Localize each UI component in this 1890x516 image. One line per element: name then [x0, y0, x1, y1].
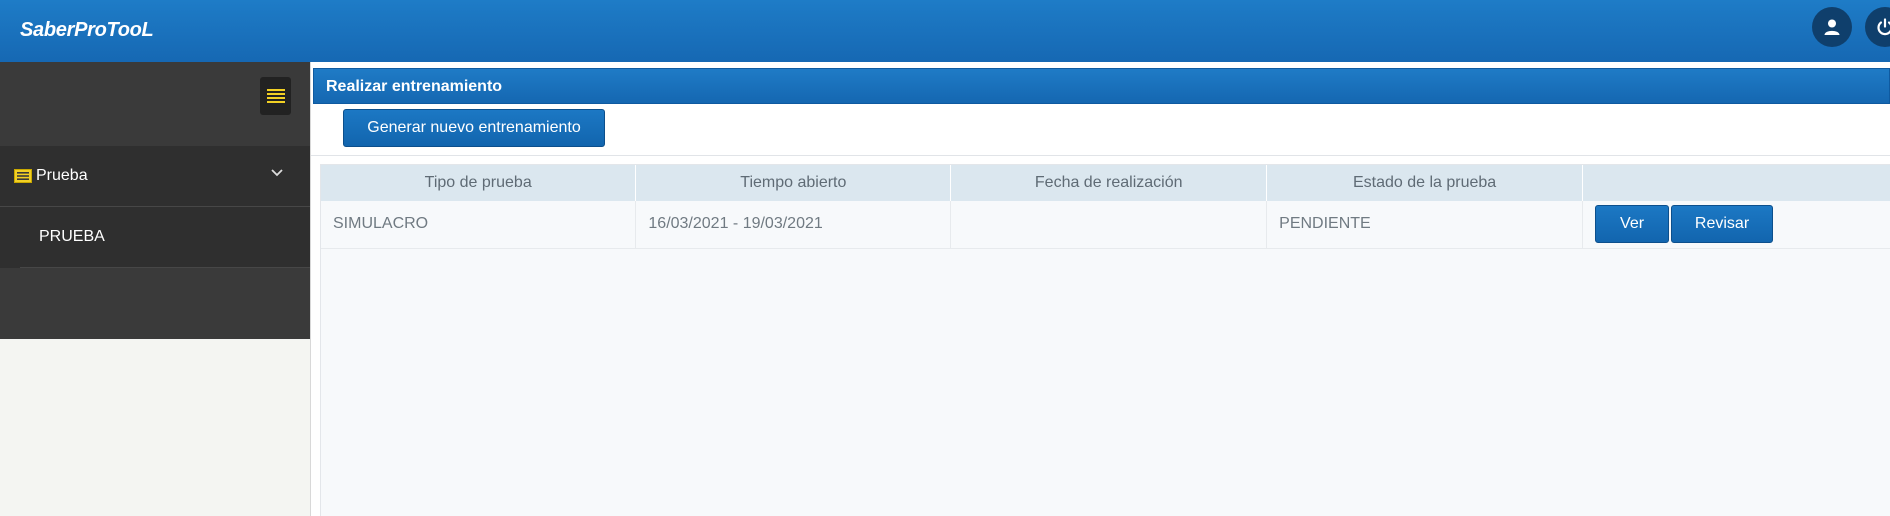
sidebar-subitem-prueba[interactable]: PRUEBA: [20, 207, 310, 267]
table-header-row: Tipo de prueba Tiempo abierto Fecha de r…: [321, 165, 1890, 201]
cell-fecha: [950, 201, 1268, 249]
review-button[interactable]: Revisar: [1671, 205, 1774, 244]
main-content: Realizar entrenamiento Generar nuevo ent…: [311, 62, 1890, 516]
sidebar: Prueba PRUEBA: [0, 62, 310, 339]
list-icon: [14, 169, 32, 183]
sidebar-item-label: Prueba: [36, 167, 88, 184]
cell-actions: Ver Revisar: [1582, 201, 1890, 249]
user-icon: [1824, 19, 1840, 35]
top-navbar: SaberProTooL: [0, 0, 1890, 62]
divider: [20, 267, 310, 268]
logout-button[interactable]: [1865, 7, 1890, 47]
column-header-fecha[interactable]: Fecha de realización: [950, 165, 1268, 201]
user-button[interactable]: [1812, 7, 1852, 47]
column-header-actions: [1582, 165, 1890, 201]
panel-title: Realizar entrenamiento: [326, 78, 503, 95]
column-header-tipo[interactable]: Tipo de prueba: [321, 165, 637, 201]
generate-training-button[interactable]: Generar nuevo entrenamiento: [343, 109, 605, 147]
training-table: Tipo de prueba Tiempo abierto Fecha de r…: [321, 165, 1890, 249]
sidebar-item-prueba[interactable]: Prueba: [0, 146, 310, 206]
column-header-tiempo[interactable]: Tiempo abierto: [635, 165, 952, 201]
power-icon: [1877, 18, 1890, 36]
training-table-container: Tipo de prueba Tiempo abierto Fecha de r…: [320, 164, 1890, 516]
panel-header: Realizar entrenamiento: [313, 68, 1890, 104]
app-brand[interactable]: SaberProTooL: [20, 19, 154, 42]
view-button[interactable]: Ver: [1595, 205, 1670, 244]
sidebar-toggle-button[interactable]: [260, 77, 291, 115]
divider: [311, 155, 1890, 156]
cell-tipo: SIMULACRO: [321, 201, 637, 249]
chevron-down-icon: [271, 169, 283, 177]
cell-estado: PENDIENTE: [1266, 201, 1584, 249]
sidebar-menu-group: Prueba PRUEBA: [0, 146, 310, 268]
table-row: SIMULACRO 16/03/2021 - 19/03/2021 PENDIE…: [321, 201, 1890, 249]
cell-tiempo: 16/03/2021 - 19/03/2021: [635, 201, 952, 249]
column-header-estado[interactable]: Estado de la prueba: [1266, 165, 1584, 201]
sidebar-subitem-label: PRUEBA: [39, 228, 105, 245]
menu-icon: [266, 89, 285, 103]
